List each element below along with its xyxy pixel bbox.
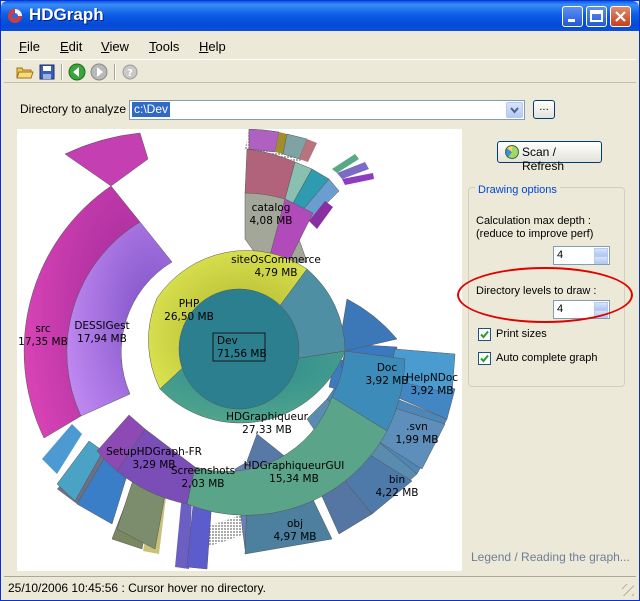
graph-label-name: HelpNDoc [406, 372, 458, 384]
graph-label-name: PHP [179, 298, 200, 310]
combo-dropdown-button[interactable] [506, 102, 523, 118]
minimize-icon [568, 19, 575, 22]
toolbar-separator [61, 64, 62, 80]
graph-label-name: obj [287, 518, 303, 530]
graph-label-name: DESSIGest [74, 320, 129, 332]
main-window: HDGraph File Edit View Tools Help ? Dire… [0, 0, 640, 601]
open-folder-icon[interactable] [16, 63, 34, 81]
graph-label-size: 3,29 MB [133, 459, 176, 471]
resize-grip[interactable] [622, 584, 634, 596]
graph-label-name: catalog [252, 202, 291, 214]
graph-canvas[interactable]: catalog 4,08 MB siteOsCommerce 4,79 MB PHP 26… [17, 129, 462, 571]
graph-label-size: 1,99 MB [396, 434, 439, 446]
graph-label-name: HDGraphiqueur [226, 411, 309, 423]
status-text: 25/10/2006 10:45:56 : Cursor hover no di… [8, 581, 266, 595]
graph-label-size: 3,92 MB [366, 375, 409, 387]
svg-text:?: ? [127, 68, 133, 79]
menu-bar: File Edit View Tools Help [4, 35, 636, 57]
graph-label-size: 4,08 MB [250, 215, 293, 227]
graph-label-size: 3,92 MB [411, 385, 454, 397]
graph-label-name: SetupHDGraph-FR [106, 446, 202, 458]
auto-complete-label[interactable]: Auto complete graph [496, 352, 598, 365]
max-depth-hint: (reduce to improve perf) [476, 228, 594, 240]
menu-edit[interactable]: Edit [60, 39, 82, 54]
red-annotation-ellipse [457, 267, 633, 323]
close-icon [615, 11, 626, 22]
max-depth-value[interactable]: 4 [557, 249, 563, 261]
checkmark-icon [480, 330, 489, 339]
forward-icon[interactable] [90, 63, 108, 81]
print-sizes-checkbox[interactable] [478, 328, 491, 341]
menu-file[interactable]: File [19, 39, 40, 54]
graph-label-name: siteOsCommerce [231, 254, 321, 266]
maximize-button[interactable] [586, 6, 607, 27]
title-bar[interactable]: HDGraph [1, 1, 639, 31]
toolbar-separator [114, 64, 115, 80]
graph-label-size: 4,97 MB [274, 531, 317, 543]
menu-view[interactable]: View [101, 39, 129, 54]
max-depth-label: Calculation max depth : [476, 215, 591, 227]
graph-label-name: Screenshots [171, 465, 235, 477]
graph-label-size: 4,22 MB [376, 487, 419, 499]
max-depth-spinner[interactable]: 4 [553, 246, 610, 265]
hdgraph-app-icon [8, 9, 22, 23]
print-sizes-label[interactable]: Print sizes [496, 328, 547, 341]
spin-up-button[interactable] [594, 248, 608, 256]
graph-label-size: 26,50 MB [164, 311, 214, 323]
graph-label-size: 17,35 MB [18, 336, 68, 348]
graph-label-size: 17,94 MB [77, 333, 127, 345]
auto-complete-checkbox[interactable] [478, 352, 491, 365]
graph-label-name: .svn [406, 421, 428, 433]
checkmark-icon [480, 354, 489, 363]
directory-combobox[interactable]: c:\Dev [129, 100, 525, 120]
toolbar: ? [4, 59, 636, 83]
graph-label-size: 27,33 MB [242, 424, 292, 436]
directory-label: Directory to analyze : [20, 102, 133, 116]
directory-value[interactable]: c:\Dev [132, 102, 171, 117]
minimize-button[interactable] [562, 6, 583, 27]
graph-label-name: HDGraphiqueurGUI [244, 460, 345, 472]
window-title: HDGraph [29, 5, 104, 24]
scan-refresh-label: Scan / Refresh [522, 145, 565, 173]
graph-label-size: 2,03 MB [182, 478, 225, 490]
graph-label-name: Doc [377, 362, 398, 374]
graph-label-name: src [35, 323, 51, 335]
help-icon[interactable]: ? [121, 63, 139, 81]
graph-label-size: 4,79 MB [255, 267, 298, 279]
pie-chart-icon [505, 145, 519, 159]
back-icon[interactable] [68, 63, 86, 81]
spin-down-button[interactable] [594, 256, 608, 264]
root-label-name: Dev [217, 335, 238, 347]
menu-help[interactable]: Help [199, 39, 226, 54]
graph-label-name: bin [389, 474, 405, 486]
close-button[interactable] [610, 6, 631, 27]
drawing-options-title: Drawing options [475, 184, 560, 196]
scan-refresh-button[interactable]: Scan / Refresh [497, 141, 602, 173]
graph-label-size: 15,34 MB [269, 473, 319, 485]
maximize-icon [590, 10, 603, 22]
sunburst-graph[interactable]: catalog4,08 MB siteOsCommerce4,79 MB PHP26… [17, 129, 462, 571]
status-bar: 25/10/2006 10:45:56 : Cursor hover no di… [4, 576, 636, 598]
chevron-down-icon [510, 107, 519, 114]
menu-tools[interactable]: Tools [149, 39, 179, 54]
legend-link[interactable]: Legend / Reading the graph... [471, 550, 630, 564]
browse-button[interactable]: ... [533, 100, 555, 119]
save-icon[interactable] [38, 63, 56, 81]
root-label-size: 71,56 MB [217, 348, 267, 360]
